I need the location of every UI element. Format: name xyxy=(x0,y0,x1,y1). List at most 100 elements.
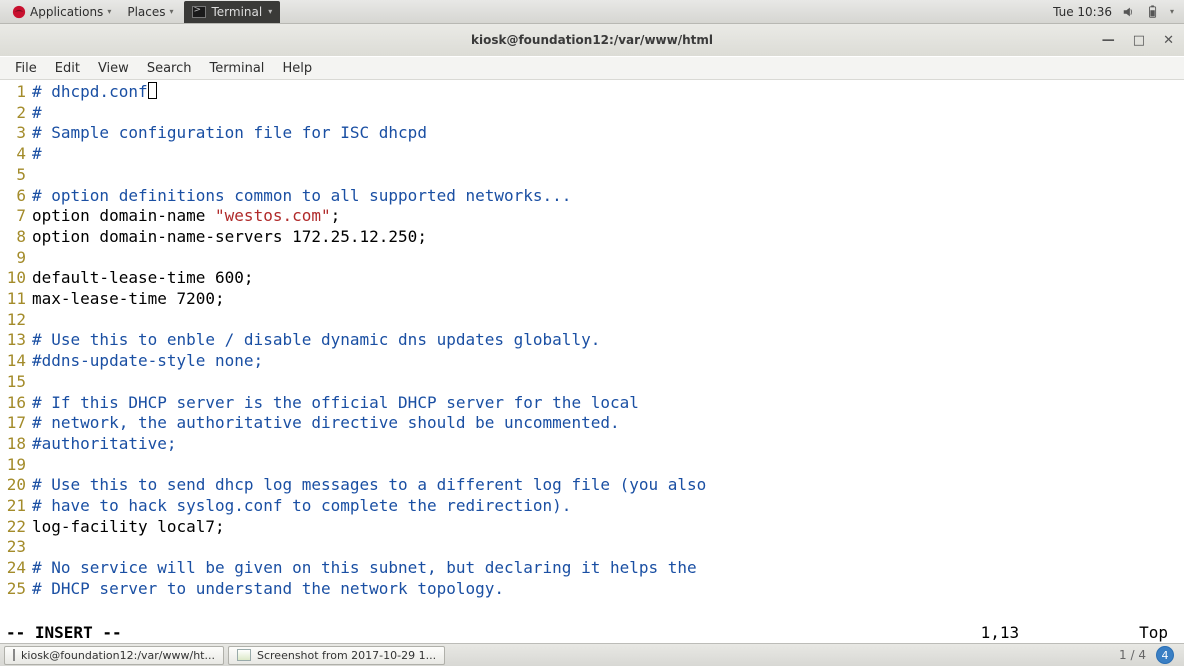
line-number: 18 xyxy=(0,434,32,455)
editor-line: 6# option definitions common to all supp… xyxy=(0,186,1184,207)
vim-status-line: -- INSERT -- 1,13 Top xyxy=(0,622,1184,643)
line-content: option domain-name-servers 172.25.12.250… xyxy=(32,227,427,248)
editor-line: 25# DHCP server to understand the networ… xyxy=(0,579,1184,600)
editor-line: 4# xyxy=(0,144,1184,165)
chevron-down-icon[interactable]: ▾ xyxy=(1170,7,1174,16)
line-number: 1 xyxy=(0,82,32,103)
line-number: 17 xyxy=(0,413,32,434)
line-content: max-lease-time 7200; xyxy=(32,289,225,310)
editor-line: 15 xyxy=(0,372,1184,393)
line-number: 15 xyxy=(0,372,32,393)
editor-line: 23 xyxy=(0,537,1184,558)
taskbar-button-screenshot[interactable]: Screenshot from 2017-10-29 1... xyxy=(228,646,445,665)
line-content: #ddns-update-style none; xyxy=(32,351,263,372)
editor-line: 10default-lease-time 600; xyxy=(0,268,1184,289)
chevron-down-icon: ▾ xyxy=(268,7,272,16)
line-number: 20 xyxy=(0,475,32,496)
editor-line: 11max-lease-time 7200; xyxy=(0,289,1184,310)
editor-line: 18#authoritative; xyxy=(0,434,1184,455)
taskbar-button-label: Screenshot from 2017-10-29 1... xyxy=(257,649,436,662)
line-content: default-lease-time 600; xyxy=(32,268,254,289)
line-content: # have to hack syslog.conf to complete t… xyxy=(32,496,571,517)
editor-line: 13# Use this to enble / disable dynamic … xyxy=(0,330,1184,351)
minimize-button[interactable]: — xyxy=(1102,33,1115,48)
editor-line: 22log-facility local7; xyxy=(0,517,1184,538)
image-icon xyxy=(237,649,251,661)
line-number: 3 xyxy=(0,123,32,144)
volume-icon[interactable] xyxy=(1122,5,1136,19)
line-content: # If this DHCP server is the official DH… xyxy=(32,393,639,414)
line-content: option domain-name "westos.com"; xyxy=(32,206,340,227)
line-number: 7 xyxy=(0,206,32,227)
clock[interactable]: Tue 10:36 xyxy=(1053,5,1112,19)
line-number: 4 xyxy=(0,144,32,165)
menu-bar: File Edit View Search Terminal Help xyxy=(0,56,1184,80)
workspace-indicator[interactable]: 4 xyxy=(1156,646,1174,664)
line-number: 25 xyxy=(0,579,32,600)
scroll-indicator: Top xyxy=(1139,623,1178,642)
editor-line: 7option domain-name "westos.com"; xyxy=(0,206,1184,227)
line-content: # network, the authoritative directive s… xyxy=(32,413,620,434)
menu-terminal[interactable]: Terminal xyxy=(200,61,273,76)
applications-menu[interactable]: Applications ▾ xyxy=(4,0,119,24)
menu-view[interactable]: View xyxy=(89,61,138,76)
editor-line: 2# xyxy=(0,103,1184,124)
editor-line: 20# Use this to send dhcp log messages t… xyxy=(0,475,1184,496)
editor-line: 14#ddns-update-style none; xyxy=(0,351,1184,372)
menu-file[interactable]: File xyxy=(6,61,46,76)
workspace-count: 1 / 4 xyxy=(1119,648,1146,662)
taskbar-button-label: kiosk@foundation12:/var/www/ht... xyxy=(21,649,215,662)
close-button[interactable]: ✕ xyxy=(1163,33,1174,48)
editor-line: 3# Sample configuration file for ISC dhc… xyxy=(0,123,1184,144)
menu-edit[interactable]: Edit xyxy=(46,61,89,76)
chevron-down-icon: ▾ xyxy=(169,7,173,16)
line-number: 22 xyxy=(0,517,32,538)
line-content: # dhcpd.conf xyxy=(32,82,157,103)
window-title: kiosk@foundation12:/var/www/html xyxy=(471,33,713,47)
line-number: 14 xyxy=(0,351,32,372)
editor-line: 24# No service will be given on this sub… xyxy=(0,558,1184,579)
menu-search[interactable]: Search xyxy=(138,61,201,76)
active-window-indicator[interactable]: Terminal ▾ xyxy=(184,1,281,23)
line-number: 6 xyxy=(0,186,32,207)
line-content: # option definitions common to all suppo… xyxy=(32,186,571,207)
top-panel: Applications ▾ Places ▾ Terminal ▾ Tue 1… xyxy=(0,0,1184,24)
editor-line: 12 xyxy=(0,310,1184,331)
line-content: # xyxy=(32,103,42,124)
editor-line: 17# network, the authoritative directive… xyxy=(0,413,1184,434)
editor-line: 21# have to hack syslog.conf to complete… xyxy=(0,496,1184,517)
places-menu[interactable]: Places ▾ xyxy=(119,0,181,24)
line-content: # No service will be given on this subne… xyxy=(32,558,697,579)
line-content: # xyxy=(32,144,42,165)
active-window-label: Terminal xyxy=(212,5,263,19)
line-number: 23 xyxy=(0,537,32,558)
editor-viewport[interactable]: 1# dhcpd.conf2#3# Sample configuration f… xyxy=(0,80,1184,622)
line-number: 2 xyxy=(0,103,32,124)
terminal-icon xyxy=(192,6,206,18)
terminal-icon xyxy=(13,649,15,661)
line-number: 13 xyxy=(0,330,32,351)
editor-line: 16# If this DHCP server is the official … xyxy=(0,393,1184,414)
line-content: # Sample configuration file for ISC dhcp… xyxy=(32,123,427,144)
taskbar-button-terminal[interactable]: kiosk@foundation12:/var/www/ht... xyxy=(4,646,224,665)
line-number: 16 xyxy=(0,393,32,414)
chevron-down-icon: ▾ xyxy=(107,7,111,16)
editor-line: 19 xyxy=(0,455,1184,476)
editor-line: 8option domain-name-servers 172.25.12.25… xyxy=(0,227,1184,248)
places-label: Places xyxy=(127,5,165,19)
line-number: 8 xyxy=(0,227,32,248)
line-number: 10 xyxy=(0,268,32,289)
battery-icon[interactable] xyxy=(1146,5,1160,19)
line-content: log-facility local7; xyxy=(32,517,225,538)
distro-logo-icon xyxy=(12,5,26,19)
bottom-taskbar: kiosk@foundation12:/var/www/ht... Screen… xyxy=(0,643,1184,666)
line-content: # Use this to enble / disable dynamic dn… xyxy=(32,330,600,351)
menu-help[interactable]: Help xyxy=(273,61,321,76)
window-title-bar[interactable]: kiosk@foundation12:/var/www/html — □ ✕ xyxy=(0,24,1184,56)
line-content: #authoritative; xyxy=(32,434,177,455)
cursor-position: 1,13 xyxy=(981,623,1140,642)
line-number: 11 xyxy=(0,289,32,310)
maximize-button[interactable]: □ xyxy=(1133,33,1145,48)
text-cursor xyxy=(148,82,157,99)
line-content: # DHCP server to understand the network … xyxy=(32,579,504,600)
